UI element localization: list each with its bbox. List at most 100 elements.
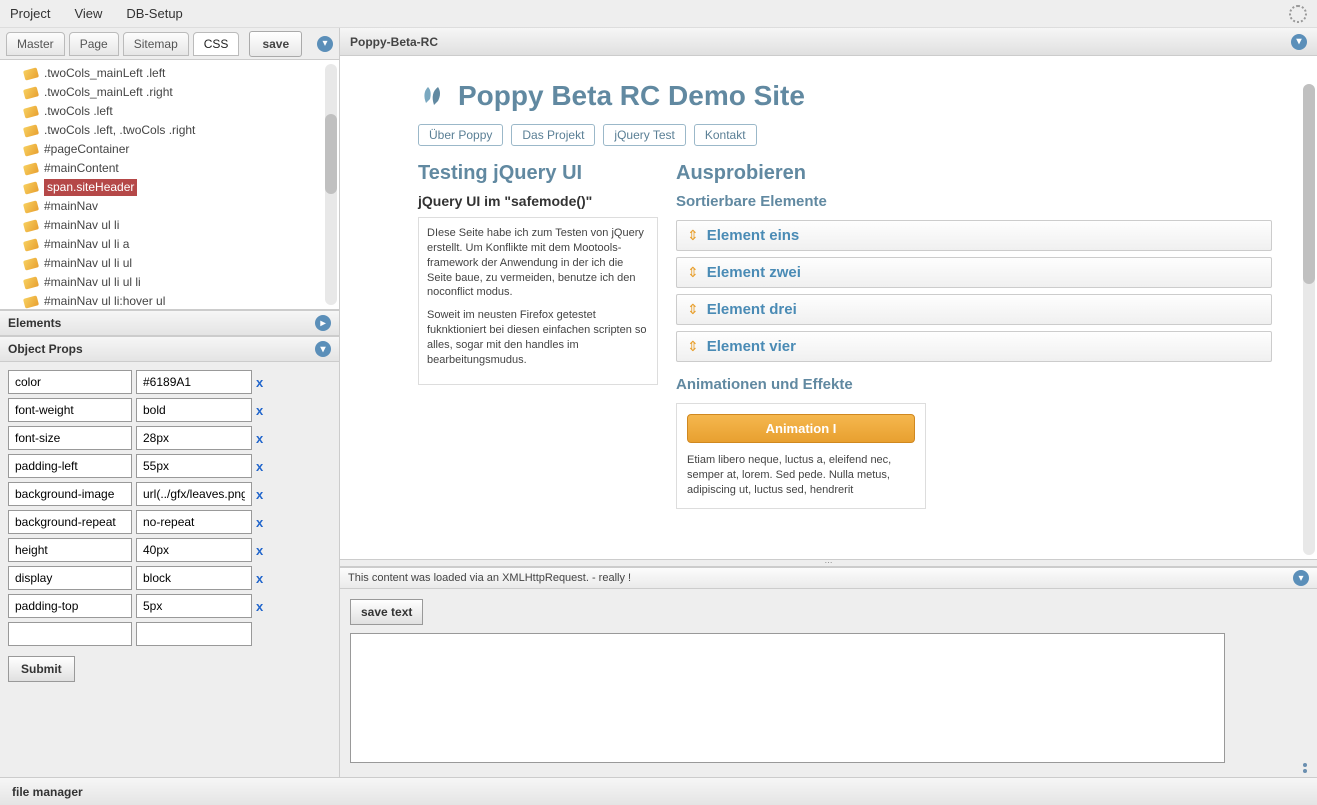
prop-val-input[interactable] [136,370,252,394]
description-text: DIese Seite habe ich zum Testen von jQue… [418,217,658,385]
prop-key-input[interactable] [8,538,132,562]
prop-val-empty[interactable] [136,622,252,646]
delete-prop-icon[interactable]: x [256,571,263,586]
drag-handle-icon[interactable]: ⇕ [687,264,699,281]
prop-key-input[interactable] [8,566,132,590]
site-nav: Über Poppy Das Projekt jQuery Test Konta… [410,118,1280,156]
delete-prop-icon[interactable]: x [256,403,263,418]
sortable-item[interactable]: ⇕Element zwei [676,257,1272,288]
save-text-button[interactable]: save text [350,599,423,625]
tree-item[interactable]: #mainNav ul li [0,216,339,235]
prop-key-input[interactable] [8,370,132,394]
tree-item-label: #mainNav ul li [44,217,119,234]
drag-handle-icon[interactable]: ⇕ [687,301,699,318]
prop-val-input[interactable] [136,594,252,618]
prop-row: x [8,454,331,478]
leaves-logo-icon [418,83,448,109]
tree-item-label: span.siteHeader [44,179,137,196]
tree-item[interactable]: .twoCols .left [0,102,339,121]
sortable-item[interactable]: ⇕Element vier [676,331,1272,362]
right-col-heading: Ausprobieren [676,162,1272,185]
preview-scrollbar[interactable] [1303,84,1315,555]
tree-item-label: #mainNav [44,198,98,215]
prop-val-input[interactable] [136,482,252,506]
prop-key-input[interactable] [8,594,132,618]
tree-item[interactable]: .twoCols_mainLeft .right [0,83,339,102]
tree-item[interactable]: #mainNav ul li ul li [0,273,339,292]
content-textarea[interactable] [350,633,1225,763]
tag-icon [23,276,39,289]
prop-row: x [8,426,331,450]
delete-prop-icon[interactable]: x [256,515,263,530]
tag-icon [23,143,39,156]
expand-right-icon[interactable]: ▸ [315,315,331,331]
delete-prop-icon[interactable]: x [256,543,263,558]
prop-key-input[interactable] [8,454,132,478]
tree-item[interactable]: .twoCols_mainLeft .left [0,64,339,83]
right-area: Poppy-Beta-RC ▾ Poppy Beta RC Demo Site … [340,28,1317,777]
menu-view[interactable]: View [74,6,102,21]
nav-ueber-poppy[interactable]: Über Poppy [418,124,503,146]
delete-prop-icon[interactable]: x [256,375,263,390]
prop-val-input[interactable] [136,566,252,590]
elements-panel-header[interactable]: Elements ▸ [0,310,339,336]
tab-css[interactable]: CSS [193,32,240,56]
delete-prop-icon[interactable]: x [256,459,263,474]
save-button[interactable]: save [249,31,302,57]
tree-item[interactable]: #pageContainer [0,140,339,159]
collapse-icon[interactable]: ▾ [1293,570,1309,586]
prop-key-input[interactable] [8,482,132,506]
prop-val-input[interactable] [136,510,252,534]
prop-key-empty[interactable] [8,622,132,646]
tree-item[interactable]: span.siteHeader [0,178,339,197]
tab-master[interactable]: Master [6,32,65,56]
nav-kontakt[interactable]: Kontakt [694,124,757,146]
delete-prop-icon[interactable]: x [256,487,263,502]
prop-val-input[interactable] [136,538,252,562]
file-manager-bar[interactable]: file manager [0,777,1317,805]
tree-item[interactable]: #mainContent [0,159,339,178]
drag-handle-icon[interactable]: ⇕ [687,227,699,244]
collapse-icon[interactable]: ▾ [317,36,333,52]
prop-val-input[interactable] [136,426,252,450]
prop-key-input[interactable] [8,426,132,450]
nav-das-projekt[interactable]: Das Projekt [511,124,595,146]
xhr-status-bar: This content was loaded via an XMLHttpRe… [340,567,1317,589]
tab-sitemap[interactable]: Sitemap [123,32,189,56]
object-props-panel: xxxxxxxxx Submit [0,362,339,777]
css-selector-tree: .twoCols_mainLeft .left.twoCols_mainLeft… [0,60,339,310]
tree-item[interactable]: .twoCols .left, .twoCols .right [0,121,339,140]
tag-icon [23,238,39,251]
prop-key-input[interactable] [8,398,132,422]
tag-icon [23,162,39,175]
delete-prop-icon[interactable]: x [256,431,263,446]
tree-item[interactable]: #mainNav ul li a [0,235,339,254]
tree-item[interactable]: #mainNav [0,197,339,216]
animation-button[interactable]: Animation I [687,414,915,443]
prop-row: x [8,370,331,394]
submit-button[interactable]: Submit [8,656,75,682]
prop-val-input[interactable] [136,454,252,478]
prop-key-input[interactable] [8,510,132,534]
left-col-heading: Testing jQuery UI [418,162,658,185]
preview-header: Poppy-Beta-RC ▾ [340,28,1317,56]
sortable-item[interactable]: ⇕ Element eins [676,220,1272,251]
sortable-label: Element drei [707,301,797,318]
collapse-icon[interactable]: ▾ [1291,34,1307,50]
tree-item[interactable]: #mainNav ul li ul [0,254,339,273]
nav-jquery-test[interactable]: jQuery Test [603,124,685,146]
menu-project[interactable]: Project [10,6,50,21]
left-col-subheading: jQuery UI im "safemode()" [418,193,658,209]
tree-scrollbar[interactable] [325,64,337,305]
tab-page[interactable]: Page [69,32,119,56]
drag-handle-icon[interactable]: ⇕ [687,338,699,355]
horizontal-splitter[interactable]: ⋯ [340,559,1317,567]
collapse-icon[interactable]: ▾ [315,341,331,357]
menu-db-setup[interactable]: DB-Setup [126,6,182,21]
objectprops-panel-header[interactable]: Object Props ▾ [0,336,339,362]
sortable-label: Element eins [707,227,800,244]
sortable-item[interactable]: ⇕ Element drei [676,294,1272,325]
tree-item[interactable]: #mainNav ul li:hover ul [0,292,339,310]
prop-val-input[interactable] [136,398,252,422]
delete-prop-icon[interactable]: x [256,599,263,614]
